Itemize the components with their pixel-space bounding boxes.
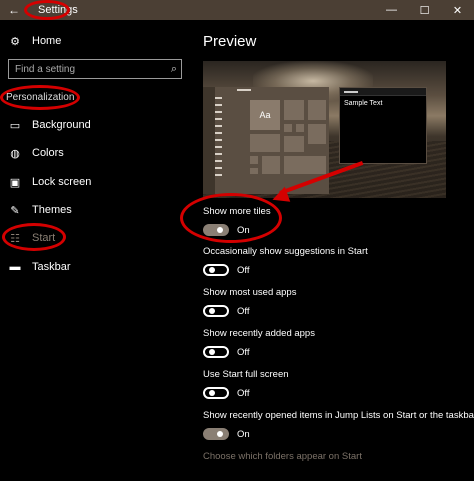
jump-lists-toggle[interactable] [203,428,229,440]
sidebar-item-lock-screen[interactable]: ▣ Lock screen [8,171,92,193]
brush-icon: ✎ [10,204,20,217]
setting-show-suggestions: Occasionally show suggestions in Start O… [203,246,368,276]
preview-tile [283,99,305,121]
setting-label: Show recently added apps [203,328,315,339]
preview-sample-text: Sample Text [344,100,383,107]
preview-sample-title-line [344,91,358,93]
page-title: Preview [203,33,257,50]
preview-tile [249,167,259,175]
title-bar: ← Settings — ☐ ✕ [0,0,474,20]
minimize-button[interactable]: — [375,0,408,20]
window-title: Settings [38,4,78,16]
window-controls: — ☐ ✕ [375,0,474,20]
sidebar-item-label: Home [32,35,62,47]
preview-tile [283,135,305,153]
preview-tile [283,155,327,175]
sidebar-item-label: Start [32,232,56,244]
toggle-state: Off [237,305,250,317]
preview-sample-titlebar [340,88,426,96]
maximize-icon: ☐ [419,4,430,17]
preview-header-line [237,89,251,91]
setting-recently-added-apps: Show recently added apps Off [203,328,315,358]
sidebar-item-label: Background [32,119,91,131]
setting-jump-lists: Show recently opened items in Jump Lists… [203,410,474,440]
setting-label: Occasionally show suggestions in Start [203,246,368,257]
sidebar-item-label: Colors [32,147,64,159]
sidebar-item-themes[interactable]: ✎ Themes [8,199,72,221]
preview-tile [261,155,281,175]
toggle-state: On [237,224,250,236]
sidebar-item-taskbar[interactable]: ▬ Taskbar [8,256,71,278]
lock-screen-icon: ▣ [9,176,21,189]
sidebar-item-start[interactable]: ☷ Start [8,227,55,249]
taskbar-icon: ▬ [9,261,21,273]
preview-tile [249,155,259,165]
close-button[interactable]: ✕ [441,0,474,20]
section-label-personalization: Personalization [6,92,75,103]
back-arrow-icon: ← [8,3,20,17]
setting-label: Show more tiles [203,206,271,217]
toggle-state: On [237,428,250,440]
setting-label: Show recently opened items in Jump Lists… [203,410,474,421]
search-icon[interactable]: ⌕ [171,63,177,76]
most-used-apps-toggle[interactable] [203,305,229,317]
minimize-icon: — [386,4,397,16]
preview-sample-window: Sample Text [339,87,427,164]
setting-show-more-tiles: Show more tiles On [203,206,271,236]
sidebar-item-home[interactable]: ⚙ Home [8,30,61,52]
preview-app-list [215,97,225,181]
preview-tile [307,99,327,121]
setting-start-full-screen: Use Start full screen Off [203,369,289,399]
recently-added-apps-toggle[interactable] [203,346,229,358]
start-menu-icon: ☷ [10,232,20,245]
palette-icon: ◍ [10,147,20,160]
preview-start-menu: Aa [203,87,329,194]
toggle-state: Off [237,264,250,276]
show-more-tiles-toggle[interactable] [203,224,229,236]
sidebar-item-colors[interactable]: ◍ Colors [8,142,64,164]
sidebar-item-background[interactable]: ▭ Background [8,114,91,136]
start-full-screen-toggle[interactable] [203,387,229,399]
sidebar-item-label: Lock screen [32,176,92,188]
preview-tile-aa: Aa [249,99,281,131]
choose-folders-link[interactable]: Choose which folders appear on Start [203,451,362,462]
preview-tile [307,123,327,145]
back-button[interactable]: ← [0,0,28,20]
preview-start-rail [203,87,215,194]
search-input[interactable] [15,63,165,75]
preview-tile [249,133,281,153]
sidebar-item-label: Taskbar [32,261,71,273]
setting-label: Use Start full screen [203,369,289,380]
main-content: Preview Aa Sample Text Show more tiles O… [190,20,474,481]
search-box: ⌕ [8,59,182,79]
preview-tile [283,123,293,133]
maximize-button[interactable]: ☐ [408,0,441,20]
close-icon: ✕ [452,4,463,17]
show-suggestions-toggle[interactable] [203,264,229,276]
gear-icon: ⚙ [10,35,20,48]
setting-label: Show most used apps [203,287,297,298]
preview-tile [295,123,305,133]
toggle-state: Off [237,387,250,399]
toggle-state: Off [237,346,250,358]
sidebar-item-label: Themes [32,204,72,216]
setting-most-used-apps: Show most used apps Off [203,287,296,317]
picture-icon: ▭ [9,119,21,132]
sidebar: ⚙ Home ⌕ Personalization ▭ Background ◍ … [0,20,190,481]
